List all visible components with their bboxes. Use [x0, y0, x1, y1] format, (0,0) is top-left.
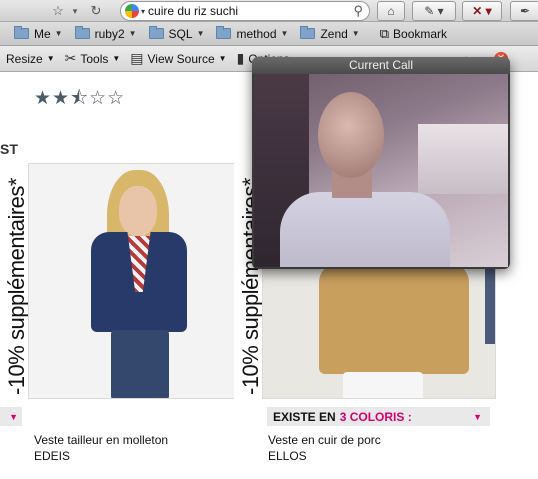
- bookmark-label: Zend: [320, 26, 348, 41]
- dropdown-arrow-icon: ▼: [46, 54, 55, 63]
- product-info[interactable]: Veste tailleur en molleton EDEIS: [34, 432, 168, 464]
- bookmarks-bar: Me ▼ ruby2 ▼ SQL ▼ method ▼ Zend ▼ ⧉ Boo…: [0, 22, 538, 46]
- bookmark-label: SQL: [168, 26, 193, 41]
- tools-icon: ✂: [64, 50, 77, 66]
- addon-button[interactable]: ✎ ▾: [412, 1, 456, 21]
- search-icon[interactable]: ⚲: [353, 3, 363, 19]
- person-head: [318, 92, 384, 178]
- product-name[interactable]: Veste en cuir de porc: [268, 432, 381, 448]
- bookmark-label: Bookmark: [393, 26, 448, 41]
- pen-button[interactable]: ✒: [510, 1, 538, 21]
- product-image[interactable]: [28, 163, 262, 399]
- browser-navbar: ☆ ▾ ↻ ▾ cuire du riz suchi ⚲ ⌂ ✎ ▾ ✕ ▾ ✒: [0, 0, 538, 22]
- folder-icon: [74, 26, 90, 39]
- history-dropdown-icon[interactable]: ▾: [70, 2, 80, 20]
- promo-strip: -10% supplémentaires*: [0, 163, 29, 399]
- url-input[interactable]: cuire du riz suchi: [148, 4, 353, 18]
- bookmark-folder-me[interactable]: Me ▼: [14, 26, 63, 41]
- dropdown-arrow-icon: ▼: [280, 29, 289, 38]
- bookmark-folder-method[interactable]: method ▼: [216, 26, 289, 41]
- home-button[interactable]: ⌂: [377, 1, 405, 21]
- reload-icon[interactable]: ↻: [88, 2, 104, 20]
- dropdown-arrow-icon: ▼: [218, 54, 227, 63]
- firebug-button[interactable]: ✕ ▾: [462, 1, 502, 21]
- bookmark-folder-zend[interactable]: Zend ▼: [300, 26, 360, 41]
- product-info[interactable]: Veste en cuir de porc ELLOS: [268, 432, 381, 464]
- product-brand: EDEIS: [34, 449, 71, 463]
- view-source-menu[interactable]: ▤ View Source ▼: [130, 50, 226, 67]
- bookmark-label: method: [236, 26, 277, 41]
- dropdown-arrow-icon: ▼: [128, 29, 137, 38]
- tools-label: Tools: [80, 51, 109, 66]
- resize-menu[interactable]: Resize ▼: [6, 52, 55, 66]
- colors-count: 3 COLORIS :: [339, 409, 412, 424]
- view-source-label: View Source: [147, 51, 215, 66]
- product-brand: ELLOS: [268, 449, 307, 463]
- colors-badge[interactable]: EXISTE EN 3 COLORIS : ▼: [267, 407, 490, 426]
- call-window-title[interactable]: Current Call: [252, 57, 510, 74]
- google-icon: [125, 4, 139, 18]
- person-shirt: [280, 192, 450, 267]
- folder-icon: [216, 26, 232, 39]
- bookmarks-icon: ⧉: [379, 25, 390, 41]
- rating-stars: ★★⯪☆☆: [34, 88, 126, 109]
- dropdown-triangle-icon: ▼: [9, 411, 18, 422]
- search-engine-dropdown-icon[interactable]: ▾: [141, 7, 145, 16]
- folder-icon: [300, 26, 316, 39]
- dropdown-arrow-icon: ▼: [196, 29, 205, 38]
- colors-badge[interactable]: ▼: [0, 407, 22, 426]
- background-shelf: [418, 124, 508, 194]
- dropdown-triangle-icon: ▼: [473, 411, 482, 422]
- dropdown-arrow-icon: ▼: [351, 29, 360, 38]
- product-name[interactable]: Veste tailleur en molleton: [34, 432, 168, 448]
- bookmark-folder-ruby2[interactable]: ruby2 ▼: [74, 26, 137, 41]
- bookmark-star-icon[interactable]: ☆: [50, 2, 66, 20]
- dropdown-arrow-icon: ▼: [112, 54, 121, 63]
- document-icon: ▤: [130, 50, 144, 66]
- bookmark-label: Me: [34, 26, 51, 41]
- options-icon: ▮: [236, 50, 245, 66]
- dropdown-arrow-icon: ▼: [54, 29, 63, 38]
- url-bar[interactable]: ▾ cuire du riz suchi ⚲: [120, 1, 370, 21]
- bug-icon: ✕ ▾: [472, 4, 492, 18]
- tools-menu[interactable]: ✂ Tools ▼: [65, 50, 121, 67]
- addon-icon: ✎ ▾: [424, 4, 444, 18]
- section-title: ST: [0, 141, 18, 157]
- folder-icon: [14, 26, 29, 39]
- bookmark-folder-sql[interactable]: SQL ▼: [148, 26, 205, 41]
- bookmark-label: ruby2: [94, 26, 125, 41]
- home-icon: ⌂: [387, 4, 395, 18]
- promo-text: -10% supplémentaires*: [4, 178, 29, 395]
- colors-label: EXISTE EN: [273, 409, 336, 424]
- bookmarks-menu[interactable]: ⧉ Bookmark: [380, 26, 447, 42]
- resize-label: Resize: [6, 51, 43, 66]
- pen-icon: ✒: [519, 4, 531, 18]
- call-window[interactable]: Current Call: [252, 57, 510, 269]
- video-feed: [254, 74, 508, 267]
- folder-icon: [148, 26, 164, 39]
